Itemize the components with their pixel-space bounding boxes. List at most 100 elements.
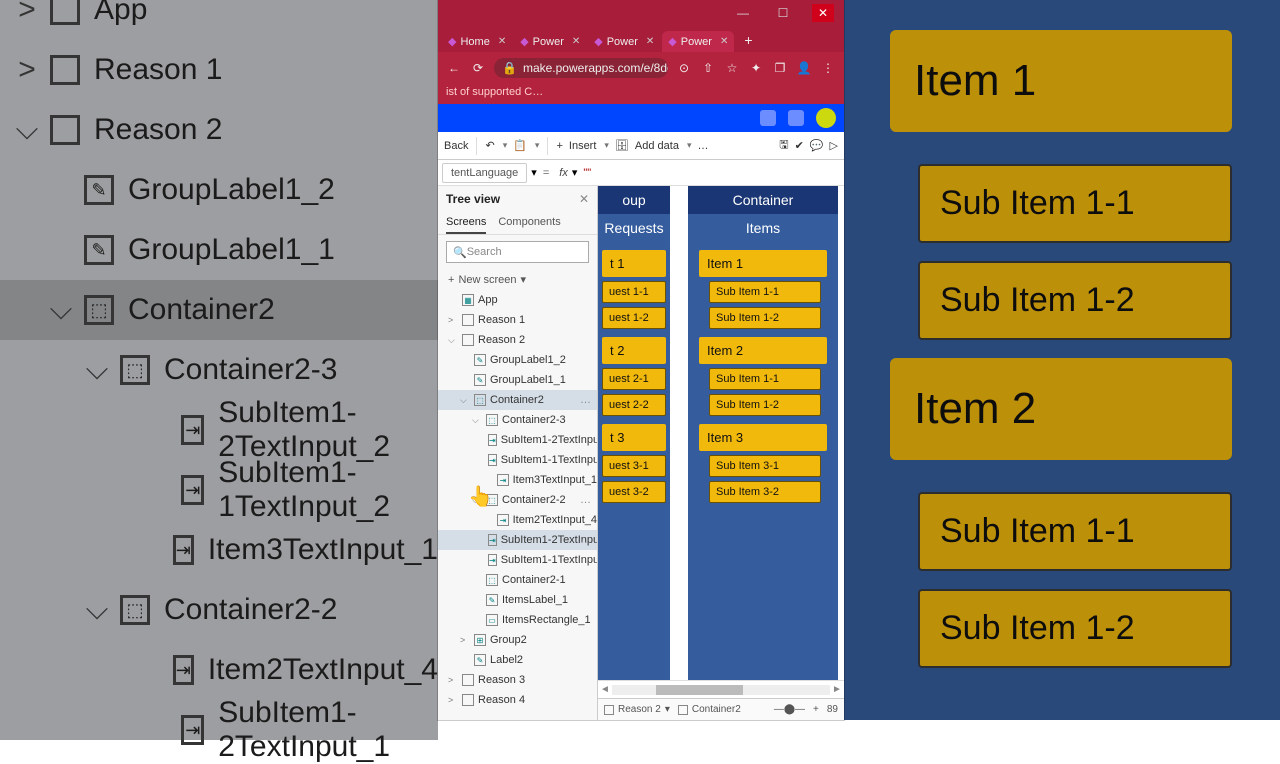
horizontal-scrollbar[interactable]: ◄►	[598, 680, 844, 698]
tree-node[interactable]: ✎ItemsLabel_1	[438, 590, 597, 610]
new-screen-button[interactable]: + New screen ▾	[438, 269, 597, 290]
tree-node[interactable]: ⇥SubItem1-1TextInput_2	[438, 450, 597, 470]
tree-node[interactable]: >Reason 1	[438, 310, 597, 330]
reload-icon[interactable]: ⟳	[470, 61, 486, 75]
close-icon[interactable]: ✕	[812, 4, 834, 22]
paste-icon[interactable]: 📋	[513, 139, 527, 152]
save-icon[interactable]: 🖫	[779, 136, 788, 155]
canvas-item-head[interactable]: Item 2	[699, 337, 827, 364]
check-icon[interactable]: ✔	[795, 139, 804, 152]
tree-node[interactable]: ⇥SubItem1-2TextInput_1…	[438, 530, 597, 550]
canvas-sub-item[interactable]: Sub Item 1-2	[709, 307, 821, 329]
undo-icon[interactable]: ↶	[485, 139, 494, 152]
close-icon[interactable]: ✕	[572, 36, 580, 47]
tree-node[interactable]: ⇥Item3TextInput_1	[438, 470, 597, 490]
tree-node[interactable]: ⇥SubItem1-2TextInput_2	[438, 430, 597, 450]
tree-view-panel: Tree view ✕ Screens Components 🔍 Search …	[438, 186, 598, 720]
canvas-request-cell[interactable]: uest 1-1	[602, 281, 666, 303]
items-subtitle: Items	[746, 214, 780, 242]
canvas-request-cell[interactable]: t 2	[602, 337, 666, 364]
status-screen[interactable]: Reason 2 ▾	[604, 704, 670, 715]
canvas-request-cell[interactable]: uest 2-2	[602, 394, 666, 416]
add-data-button[interactable]: Add data	[635, 140, 679, 152]
browser-tab[interactable]: ◆Power✕	[662, 31, 734, 52]
comment-icon[interactable]: 💬	[810, 139, 824, 152]
more-icon[interactable]: …	[580, 494, 591, 506]
canvas-sub-item[interactable]: Sub Item 1-1	[709, 281, 821, 303]
fx-icon[interactable]: fx	[555, 167, 572, 179]
bookmark-item[interactable]: ist of supported C…	[446, 86, 543, 98]
browser-tabs: ◆Home✕◆Power✕◆Power✕◆Power✕ +	[438, 26, 844, 52]
more-icon[interactable]: …	[580, 534, 591, 546]
tree-node[interactable]: >Reason 4	[438, 690, 597, 710]
canvas-request-cell[interactable]: t 3	[602, 424, 666, 451]
insert-button[interactable]: Insert	[569, 140, 597, 152]
tree-node[interactable]: ⌵Reason 2	[438, 330, 597, 350]
canvas-request-cell[interactable]: uest 3-2	[602, 481, 666, 503]
browser-tab[interactable]: ◆Power✕	[514, 31, 586, 52]
tree-node[interactable]: ⌵⬚Container2…	[438, 390, 597, 410]
play-icon[interactable]: ▷	[830, 139, 838, 152]
zoom-slider[interactable]: —⬤—	[774, 704, 805, 715]
browser-tab[interactable]: ◆Power✕	[588, 31, 660, 52]
tree-node[interactable]: ⇥Item2TextInput_4	[438, 510, 597, 530]
share-icon[interactable]: ⇧	[700, 61, 716, 75]
search-icon[interactable]: ⊙	[676, 61, 692, 75]
bookmark-icon[interactable]: ☆	[724, 61, 740, 75]
tree-node[interactable]: ✎GroupLabel1_2	[438, 350, 597, 370]
canvas-container-column[interactable]: Container Items Item 1Sub Item 1-1Sub It…	[688, 186, 838, 680]
canvas-request-cell[interactable]: uest 3-1	[602, 455, 666, 477]
canvas-sub-item[interactable]: Sub Item 3-2	[709, 481, 821, 503]
back-button[interactable]: Back	[444, 140, 468, 152]
url-text: make.powerapps.com/e/8dd76046-cbcb-4bc…	[523, 61, 668, 75]
canvas-sub-item[interactable]: Sub Item 1-2	[709, 394, 821, 416]
tree-node[interactable]: ⌵⬚Container2-3	[438, 410, 597, 430]
tree-node[interactable]: ⇥SubItem1-1TextInput_1	[438, 550, 597, 570]
header-action-1[interactable]	[760, 110, 776, 126]
url-field[interactable]: 🔒 make.powerapps.com/e/8dd76046-cbcb-4bc…	[494, 58, 668, 78]
zoom-canvas-item: Sub Item 1-2	[918, 589, 1232, 668]
canvas-request-cell[interactable]: t 1	[602, 250, 666, 277]
browser-tab[interactable]: ◆Home✕	[442, 31, 512, 52]
canvas-sub-item[interactable]: Sub Item 1-1	[709, 368, 821, 390]
avatar[interactable]	[816, 108, 836, 128]
canvas-request-cell[interactable]: uest 2-1	[602, 368, 666, 390]
new-tab-button[interactable]: +	[736, 28, 760, 52]
tab-screens[interactable]: Screens	[446, 212, 486, 234]
insert-plus-icon[interactable]: +	[556, 140, 562, 152]
tree-node[interactable]: ✎Label2	[438, 650, 597, 670]
tree-node[interactable]: ⌵⬚Container2-2…	[438, 490, 597, 510]
canvas-item-head[interactable]: Item 3	[699, 424, 827, 451]
profile-icon[interactable]: 👤	[796, 61, 812, 75]
status-control[interactable]: Container2	[678, 704, 741, 715]
zoom-tree-row: ⇥SubItem1-2TextInput_1	[0, 700, 438, 760]
tree-node[interactable]: >⊞Group2	[438, 630, 597, 650]
canvas-sub-item[interactable]: Sub Item 3-1	[709, 455, 821, 477]
close-icon[interactable]: ✕	[720, 36, 728, 47]
tree-node[interactable]: ▭ItemsRectangle_1	[438, 610, 597, 630]
tree-node[interactable]: ▦App	[438, 290, 597, 310]
menu-icon[interactable]: ⋮	[820, 61, 836, 75]
tree-node[interactable]: ✎GroupLabel1_1	[438, 370, 597, 390]
zoom-plus-icon[interactable]: +	[813, 704, 819, 715]
canvas-item-head[interactable]: Item 1	[699, 250, 827, 277]
minimize-icon[interactable]: —	[732, 6, 754, 20]
canvas-request-cell[interactable]: uest 1-2	[602, 307, 666, 329]
more-icon[interactable]: …	[580, 394, 591, 406]
canvas-group-column[interactable]: oup Requests t 1uest 1-1uest 1-2t 2uest …	[598, 186, 670, 680]
tree-node[interactable]: ⬚Container2-1	[438, 570, 597, 590]
more-button[interactable]: …	[697, 140, 708, 152]
tree-node[interactable]: >Reason 3	[438, 670, 597, 690]
search-input[interactable]: 🔍 Search	[446, 241, 589, 263]
extensions-icon[interactable]: ✦	[748, 61, 764, 75]
window-icon[interactable]: ❐	[772, 61, 788, 75]
tab-components[interactable]: Components	[498, 212, 560, 234]
nav-back-icon[interactable]: ←	[446, 61, 462, 75]
formula-value[interactable]: ""	[577, 167, 597, 179]
property-dropdown[interactable]: tentLanguage	[442, 163, 527, 183]
close-icon[interactable]: ✕	[498, 36, 506, 47]
close-icon[interactable]: ✕	[579, 192, 589, 206]
maximize-icon[interactable]: ☐	[772, 6, 794, 20]
header-action-2[interactable]	[788, 110, 804, 126]
close-icon[interactable]: ✕	[646, 36, 654, 47]
